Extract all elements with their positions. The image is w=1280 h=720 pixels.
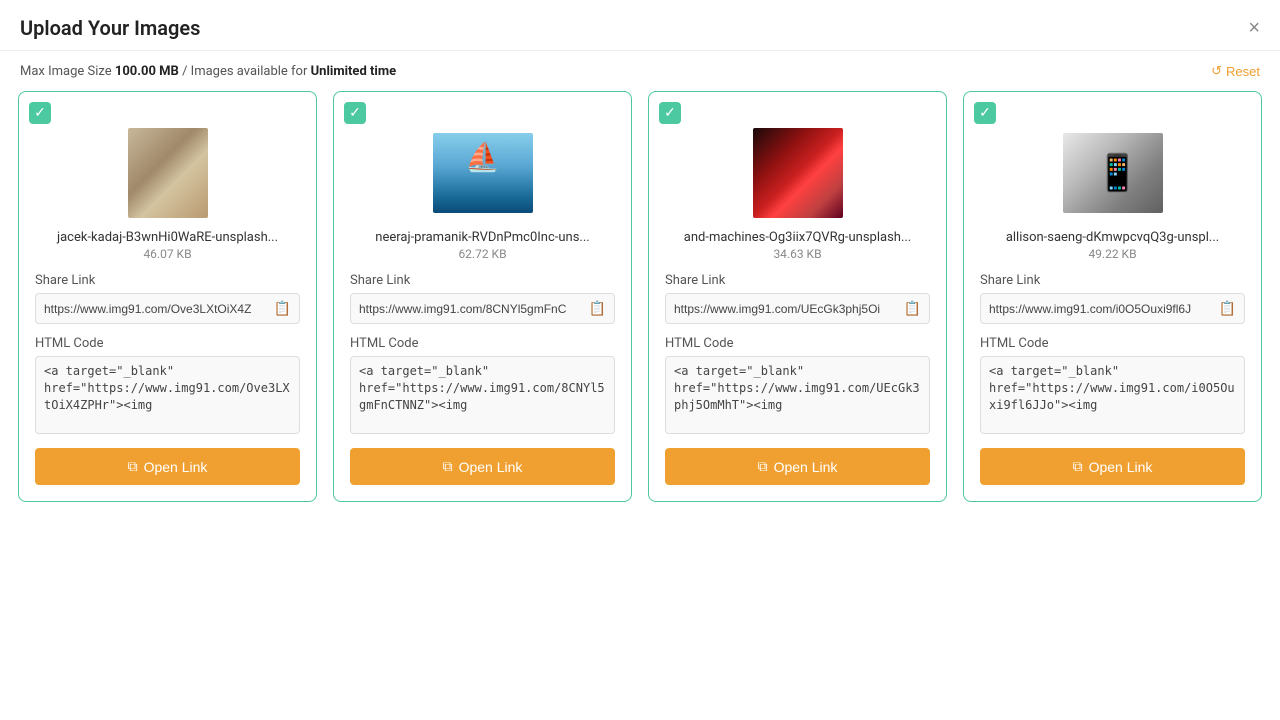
open-link-button[interactable]: ⧉ Open Link (665, 448, 930, 485)
html-code-label: HTML Code (665, 336, 734, 351)
card-image (128, 128, 208, 218)
close-button[interactable]: × (1248, 18, 1260, 38)
card-image (433, 133, 533, 213)
card-image-wrapper (738, 128, 858, 218)
open-link-icon: ⧉ (443, 458, 453, 475)
open-link-button[interactable]: ⧉ Open Link (980, 448, 1245, 485)
reset-button[interactable]: ↺ Reset (1211, 63, 1260, 79)
card-3: ✓ and-machines-Og3iix7QVRg-unsplash... 34.… (648, 91, 947, 502)
card-filename: neeraj-pramanik-RVDnPmc0Inc-uns... (375, 230, 589, 245)
share-link-row: 📋 (350, 293, 615, 324)
card-image (753, 128, 843, 218)
card-filesize: 46.07 KB (143, 247, 191, 261)
share-link-label: Share Link (350, 273, 410, 288)
share-link-input[interactable] (351, 296, 581, 322)
open-link-button[interactable]: ⧉ Open Link (35, 448, 300, 485)
card-filesize: 49.22 KB (1088, 247, 1136, 261)
reset-label: Reset (1226, 64, 1260, 79)
copy-link-button[interactable]: 📋 (266, 294, 299, 323)
subheader-info: Max Image Size 100.00 MB / Images availa… (20, 64, 396, 79)
copy-link-button[interactable]: 📋 (1211, 294, 1244, 323)
max-size-value: 100.00 MB (115, 64, 179, 79)
copy-link-button[interactable]: 📋 (581, 294, 614, 323)
share-link-label: Share Link (35, 273, 95, 288)
card-check-icon: ✓ (659, 102, 681, 124)
card-4: ✓ allison-saeng-dKmwpcvqQ3g-unspl... 49.22… (963, 91, 1262, 502)
share-link-row: 📋 (980, 293, 1245, 324)
open-link-icon: ⧉ (1073, 458, 1083, 475)
card-check-icon: ✓ (29, 102, 51, 124)
card-image (1063, 133, 1163, 213)
share-link-label: Share Link (980, 273, 1040, 288)
card-1: ✓ jacek-kadaj-B3wnHi0WaRE-unsplash... 46.0… (18, 91, 317, 502)
share-link-input[interactable] (666, 296, 896, 322)
card-image-wrapper (423, 128, 543, 218)
card-filename: allison-saeng-dKmwpcvqQ3g-unspl... (1006, 230, 1219, 245)
html-code-textarea[interactable] (35, 356, 300, 434)
card-filename: and-machines-Og3iix7QVRg-unsplash... (684, 230, 911, 245)
card-filename: jacek-kadaj-B3wnHi0WaRE-unsplash... (57, 230, 278, 245)
subheader-bar: Max Image Size 100.00 MB / Images availa… (0, 51, 1280, 91)
card-filesize: 62.72 KB (458, 247, 506, 261)
share-link-row: 📋 (35, 293, 300, 324)
html-code-textarea[interactable] (665, 356, 930, 434)
dialog-title: Upload Your Images (20, 16, 200, 40)
availability-value: Unlimited time (311, 64, 397, 79)
html-code-label: HTML Code (35, 336, 104, 351)
card-image-wrapper (108, 128, 228, 218)
share-link-row: 📋 (665, 293, 930, 324)
share-link-input[interactable] (36, 296, 266, 322)
html-code-label: HTML Code (980, 336, 1049, 351)
open-link-icon: ⧉ (758, 458, 768, 475)
share-link-label: Share Link (665, 273, 725, 288)
html-code-label: HTML Code (350, 336, 419, 351)
card-2: ✓ neeraj-pramanik-RVDnPmc0Inc-uns... 62.72… (333, 91, 632, 502)
card-image-wrapper (1053, 128, 1173, 218)
dialog-header: Upload Your Images × (0, 0, 1280, 51)
max-size-prefix: Max Image Size (20, 64, 115, 79)
copy-link-button[interactable]: 📋 (896, 294, 929, 323)
html-code-textarea[interactable] (980, 356, 1245, 434)
card-check-icon: ✓ (344, 102, 366, 124)
card-filesize: 34.63 KB (773, 247, 821, 261)
card-check-icon: ✓ (974, 102, 996, 124)
html-code-textarea[interactable] (350, 356, 615, 434)
reset-icon: ↺ (1211, 63, 1222, 79)
open-link-icon: ⧉ (128, 458, 138, 475)
cards-container: ✓ jacek-kadaj-B3wnHi0WaRE-unsplash... 46.0… (0, 91, 1280, 512)
availability-separator: / Images available for (179, 64, 311, 79)
open-link-button[interactable]: ⧉ Open Link (350, 448, 615, 485)
share-link-input[interactable] (981, 296, 1211, 322)
